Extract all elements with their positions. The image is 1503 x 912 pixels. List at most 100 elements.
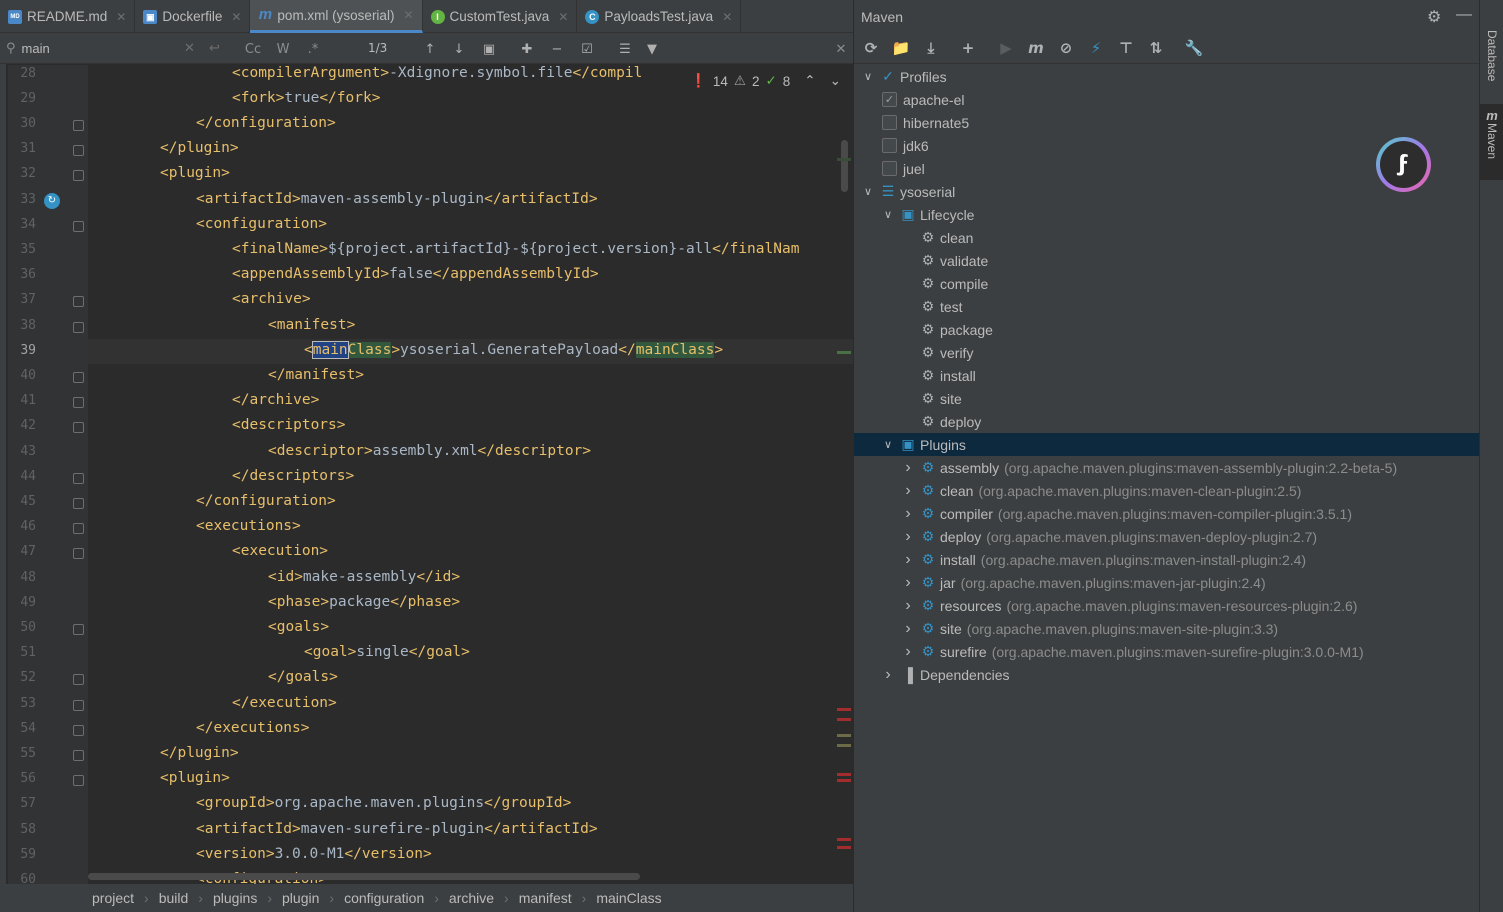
- breadcrumb-item[interactable]: manifest: [519, 890, 572, 906]
- match-case-toggle[interactable]: Cc: [242, 38, 264, 60]
- fold-marker-icon[interactable]: [73, 523, 84, 535]
- tree-lifecycle-goal[interactable]: ⚙ clean: [854, 226, 1480, 249]
- code-line[interactable]: <goal>single</goal>: [304, 644, 470, 660]
- gear-icon[interactable]: ⚙: [1427, 7, 1441, 27]
- tree-plugins[interactable]: ∨ ▣ Plugins: [854, 433, 1480, 456]
- fold-marker-icon[interactable]: [73, 623, 84, 635]
- chevron-right-icon[interactable]: ›: [902, 505, 914, 523]
- filter-icon[interactable]: ▼: [641, 38, 663, 60]
- code-line[interactable]: <descriptors>: [232, 417, 346, 433]
- code-line[interactable]: <plugin>: [160, 165, 230, 181]
- generate-sources-icon[interactable]: 📁: [890, 37, 912, 59]
- chevron-right-icon[interactable]: ›: [902, 528, 914, 546]
- code-line[interactable]: </plugin>: [160, 745, 239, 761]
- search-input[interactable]: [21, 41, 162, 56]
- tab-payloadstest[interactable]: C PayloadsTest.java ✕: [577, 0, 742, 33]
- chevron-right-icon[interactable]: ›: [882, 666, 894, 684]
- collapse-all-icon[interactable]: ⇅: [1145, 37, 1167, 59]
- code-line[interactable]: </archive>: [232, 392, 319, 408]
- show-dependencies-icon[interactable]: ⊤: [1115, 37, 1137, 59]
- code-line[interactable]: <groupId>org.apache.maven.plugins</group…: [196, 795, 571, 811]
- code-line[interactable]: <configuration>: [196, 216, 327, 232]
- chevron-right-icon[interactable]: ›: [902, 574, 914, 592]
- tree-plugin-item[interactable]: › ⚙ clean (org.apache.maven.plugins:maven-c…: [854, 479, 1480, 502]
- fold-marker-icon[interactable]: [73, 497, 84, 509]
- tree-profile-item[interactable]: hibernate5: [854, 111, 1480, 134]
- code-line[interactable]: </goals>: [268, 669, 338, 685]
- fold-marker-icon[interactable]: [73, 724, 84, 736]
- fold-marker-icon[interactable]: [73, 321, 84, 333]
- filter-settings-button[interactable]: ☰: [614, 38, 636, 60]
- code-line[interactable]: <appendAssemblyId>false</appendAssemblyI…: [232, 266, 599, 282]
- close-icon[interactable]: ✕: [722, 10, 732, 24]
- tab-readme[interactable]: MD README.md ✕: [0, 0, 136, 33]
- breadcrumb-item[interactable]: plugin: [282, 890, 319, 906]
- breadcrumb-item[interactable]: project: [92, 890, 134, 906]
- code-line[interactable]: <artifactId>maven-assembly-plugin</artif…: [196, 191, 598, 207]
- tree-lifecycle-goal[interactable]: ⚙ deploy: [854, 410, 1480, 433]
- toggle-offline-icon[interactable]: ⊘: [1055, 37, 1077, 59]
- tree-lifecycle-goal[interactable]: ⚙ validate: [854, 249, 1480, 272]
- previous-occurrence-button[interactable]: ↑: [419, 38, 441, 60]
- floating-assistant-avatar[interactable]: ϝ: [1376, 137, 1431, 192]
- inspection-widget[interactable]: ❗ 14 ⚠ 2 ✓ 8 ⌃ ⌄: [690, 70, 841, 92]
- vertical-scrollbar[interactable]: [841, 140, 848, 192]
- close-icon[interactable]: ✕: [558, 10, 568, 24]
- code-line[interactable]: </plugin>: [160, 140, 239, 156]
- close-icon[interactable]: ✕: [403, 8, 413, 22]
- fold-marker-icon[interactable]: [73, 548, 84, 560]
- tab-customtest[interactable]: I CustomTest.java ✕: [423, 0, 578, 33]
- code-line[interactable]: <compilerArgument>-Xdignore.symbol.file<…: [232, 65, 642, 81]
- override-gutter-icon[interactable]: ↻: [44, 192, 60, 209]
- tab-pom[interactable]: m pom.xml (ysoserial) ✕: [250, 0, 423, 33]
- profile-checkbox[interactable]: [882, 161, 897, 176]
- fold-marker-icon[interactable]: [73, 775, 84, 787]
- tree-plugin-item[interactable]: › ⚙ jar (org.apache.maven.plugins:maven-jar…: [854, 571, 1480, 594]
- tree-lifecycle-goal[interactable]: ⚙ install: [854, 364, 1480, 387]
- settings-wrench-icon[interactable]: 🔧: [1183, 37, 1205, 59]
- tree-profiles[interactable]: ∨ ✓ Profiles: [854, 65, 1480, 88]
- skip-tests-icon[interactable]: ⚡: [1085, 37, 1107, 59]
- clear-search-icon[interactable]: ✕: [184, 41, 195, 56]
- code-line[interactable]: <version>3.0.0-M1</version>: [196, 846, 432, 862]
- close-icon[interactable]: ✕: [116, 10, 126, 24]
- fold-marker-icon[interactable]: [73, 371, 84, 383]
- tree-plugin-item[interactable]: › ⚙ resources (org.apache.maven.plugins:mav…: [854, 594, 1480, 617]
- fold-marker-icon[interactable]: [73, 296, 84, 308]
- fold-marker-icon[interactable]: [73, 472, 84, 484]
- maven-side-tab[interactable]: m Maven: [1480, 104, 1503, 180]
- chevron-right-icon[interactable]: ›: [902, 643, 914, 661]
- fold-marker-icon[interactable]: [73, 674, 84, 686]
- tree-plugin-item[interactable]: › ⚙ assembly (org.apache.maven.plugins:mave…: [854, 456, 1480, 479]
- tree-plugin-item[interactable]: › ⚙ compiler (org.apache.maven.plugins:mave…: [854, 502, 1480, 525]
- chevron-right-icon[interactable]: ›: [902, 551, 914, 569]
- chevron-right-icon[interactable]: ›: [902, 620, 914, 638]
- tree-plugin-item[interactable]: › ⚙ deploy (org.apache.maven.plugins:maven-…: [854, 525, 1480, 548]
- code-line[interactable]: </configuration>: [196, 115, 336, 131]
- tree-lifecycle-goal[interactable]: ⚙ verify: [854, 341, 1480, 364]
- select-all-occurrences-button[interactable]: ☑: [576, 38, 598, 60]
- minimize-icon[interactable]: —: [1456, 6, 1472, 24]
- tree-dependencies[interactable]: › ▐ Dependencies: [854, 663, 1480, 686]
- words-toggle[interactable]: W: [272, 38, 294, 60]
- chevron-down-icon[interactable]: ∨: [862, 185, 874, 198]
- code-line[interactable]: <execution>: [232, 543, 328, 559]
- code-line[interactable]: <artifactId>maven-surefire-plugin</artif…: [196, 821, 598, 837]
- open-in-window-button[interactable]: ▣: [478, 38, 500, 60]
- tree-plugin-item[interactable]: › ⚙ install (org.apache.maven.plugins:maven…: [854, 548, 1480, 571]
- regex-toggle[interactable]: .*: [302, 38, 324, 60]
- chevron-down-icon[interactable]: ∨: [882, 208, 894, 221]
- next-problem-icon[interactable]: ⌄: [830, 73, 841, 89]
- tree-lifecycle-goal[interactable]: ⚙ test: [854, 295, 1480, 318]
- code-line[interactable]: </executions>: [196, 720, 310, 736]
- fold-marker-icon[interactable]: [73, 397, 84, 409]
- chevron-down-icon[interactable]: ∨: [882, 438, 894, 451]
- chevron-right-icon[interactable]: ›: [902, 482, 914, 500]
- prev-problem-icon[interactable]: ⌃: [804, 73, 815, 89]
- fold-marker-icon[interactable]: [73, 170, 84, 182]
- breadcrumb-item[interactable]: mainClass: [596, 890, 661, 906]
- code-line[interactable]: <finalName>${project.artifactId}-${proje…: [232, 241, 799, 257]
- run-icon[interactable]: ▶: [995, 37, 1017, 59]
- code-line[interactable]: <goals>: [268, 619, 329, 635]
- fold-marker-icon[interactable]: [73, 220, 84, 232]
